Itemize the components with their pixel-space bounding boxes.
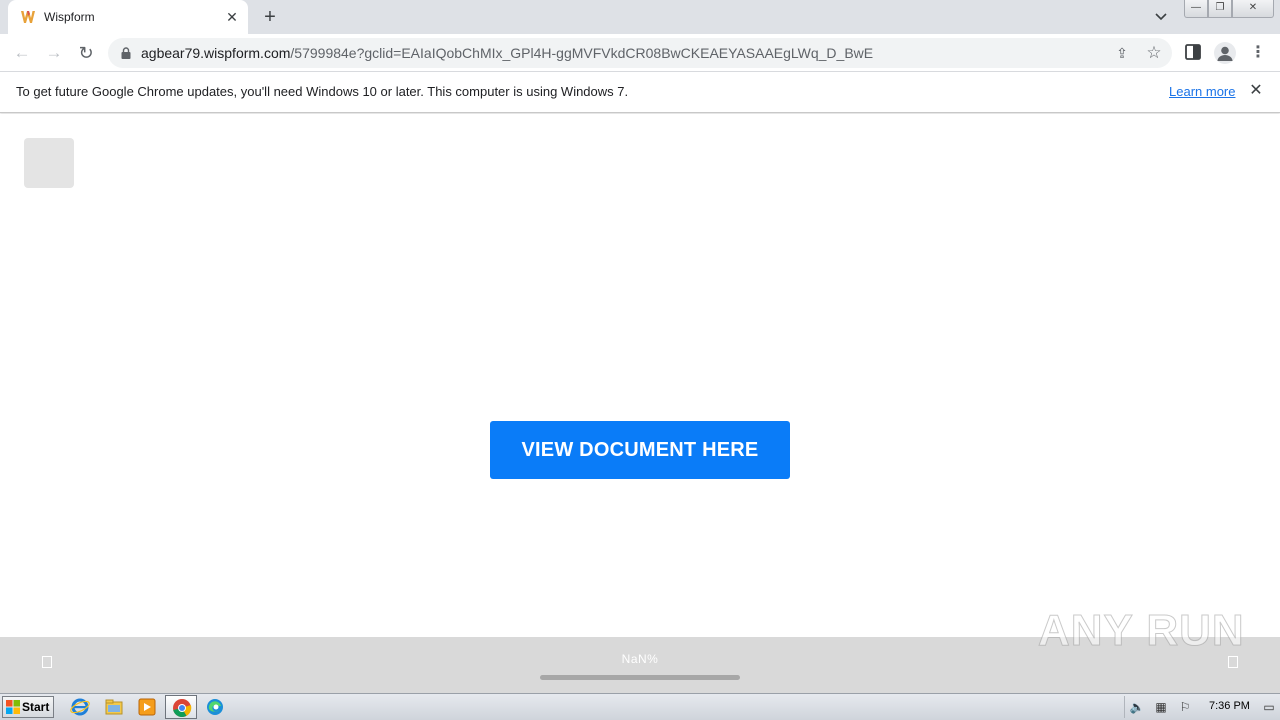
window-close-button[interactable]: ✕	[1232, 0, 1274, 18]
tab-close-icon[interactable]: ✕	[224, 9, 240, 25]
edge-icon[interactable]	[204, 697, 226, 717]
browser-menu-icon[interactable]: ⋮	[1249, 43, 1267, 63]
progress-text: NaN%	[621, 652, 659, 666]
start-label: Start	[22, 700, 50, 714]
update-infobar: To get future Google Chrome updates, you…	[0, 72, 1280, 113]
network-icon[interactable]: ▦	[1153, 699, 1169, 715]
window-minimize-button[interactable]: —	[1184, 0, 1208, 18]
page-content: VIEW DOCUMENT HERE	[0, 114, 1280, 637]
browser-toolbar: ← → ↻ agbear79.wispform.com/5799984e?gcl…	[0, 34, 1280, 72]
show-desktop-icon[interactable]: ▭	[1261, 699, 1277, 715]
wispform-favicon-icon	[21, 11, 35, 23]
learn-more-link[interactable]: Learn more	[1169, 84, 1235, 99]
share-icon[interactable]: ⇪	[1113, 44, 1131, 62]
previous-arrow-icon[interactable]	[42, 656, 52, 668]
internet-explorer-icon[interactable]	[69, 697, 91, 717]
tab-search-chevron-icon[interactable]	[1152, 8, 1170, 26]
url-host: agbear79.wispform.com	[141, 45, 291, 61]
windows-taskbar: Start 🔈 ▦ ⚐ ▭ 7:36 PM	[0, 693, 1280, 720]
address-bar[interactable]: agbear79.wispform.com/5799984e?gclid=EAI…	[108, 38, 1172, 68]
chrome-icon	[173, 699, 192, 718]
url-path: /5799984e?gclid=EAIaIQobChMIx_GPl4H-ggMV…	[290, 45, 874, 61]
tab-wispform[interactable]: Wispform ✕	[8, 0, 248, 34]
system-tray: 🔈 ▦ ⚐ ▭	[1124, 696, 1280, 718]
infobar-message: To get future Google Chrome updates, you…	[16, 84, 629, 99]
lock-icon[interactable]	[121, 47, 131, 59]
reload-button[interactable]: ↻	[75, 42, 97, 64]
forward-button[interactable]: →	[43, 42, 65, 64]
back-button[interactable]: ←	[11, 42, 33, 64]
taskbar-chrome-active[interactable]	[165, 695, 197, 719]
tab-strip: Wispform ✕ + — ❐ ✕	[0, 0, 1280, 34]
tab-title: Wispform	[44, 10, 95, 24]
action-center-flag-icon[interactable]: ⚐	[1177, 699, 1193, 715]
start-button[interactable]: Start	[2, 696, 54, 718]
taskbar-clock[interactable]: 7:36 PM	[1209, 700, 1250, 712]
profile-avatar-icon[interactable]	[1214, 42, 1236, 64]
progress-bar	[540, 675, 740, 680]
infobar-close-icon[interactable]: ✕	[1247, 82, 1265, 100]
url-text[interactable]: agbear79.wispform.com/5799984e?gclid=EAI…	[141, 45, 873, 61]
next-arrow-icon[interactable]	[1228, 656, 1238, 668]
new-tab-button[interactable]: +	[259, 6, 281, 28]
logo-placeholder	[24, 138, 74, 188]
window-maximize-button[interactable]: ❐	[1208, 0, 1232, 18]
windows-logo-icon	[6, 700, 20, 714]
bookmark-star-icon[interactable]: ☆	[1144, 43, 1164, 63]
anyrun-watermark: ANY RUN	[1038, 606, 1245, 656]
media-player-icon[interactable]	[136, 697, 158, 717]
volume-icon[interactable]: 🔈	[1129, 699, 1145, 715]
view-document-button[interactable]: VIEW DOCUMENT HERE	[490, 421, 790, 479]
side-panel-icon[interactable]	[1184, 43, 1202, 61]
file-explorer-icon[interactable]	[103, 697, 125, 717]
